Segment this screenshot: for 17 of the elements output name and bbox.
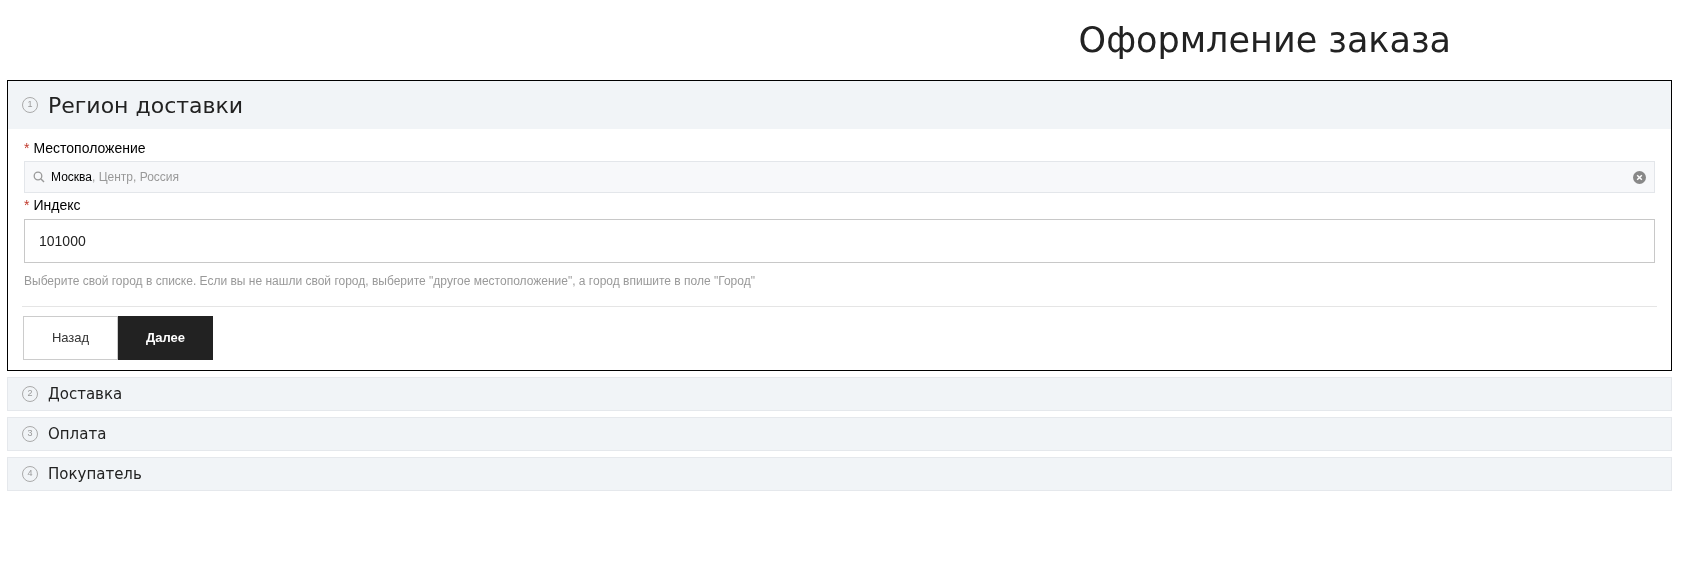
section-title[interactable]: Доставка — [48, 382, 123, 406]
section-title[interactable]: Регион доставки — [48, 88, 244, 122]
clear-icon[interactable] — [1633, 170, 1646, 184]
back-button[interactable]: Назад — [23, 316, 118, 360]
section-title[interactable]: Оплата — [48, 422, 107, 446]
search-icon — [33, 171, 45, 183]
page-title: Оформление заказа — [1078, 19, 1451, 62]
hint-text: Выберите свой город в списке. Если вы не нашли свой город, выберите "другое местоположение", а город впишите в поле "Город" — [24, 273, 756, 290]
required-asterisk: * — [24, 196, 30, 214]
location-field[interactable]: Москва, Центр, Россия — [24, 161, 1655, 193]
location-value: Москва, Центр, Россия — [51, 169, 180, 186]
postcode-input[interactable]: 101000 — [24, 219, 1655, 263]
section-title[interactable]: Покупатель — [48, 462, 142, 486]
field-label: Местоположение — [33, 139, 146, 157]
next-button[interactable]: Далее — [118, 316, 213, 360]
field-label: Индекс — [33, 196, 81, 214]
required-asterisk: * — [24, 139, 30, 157]
